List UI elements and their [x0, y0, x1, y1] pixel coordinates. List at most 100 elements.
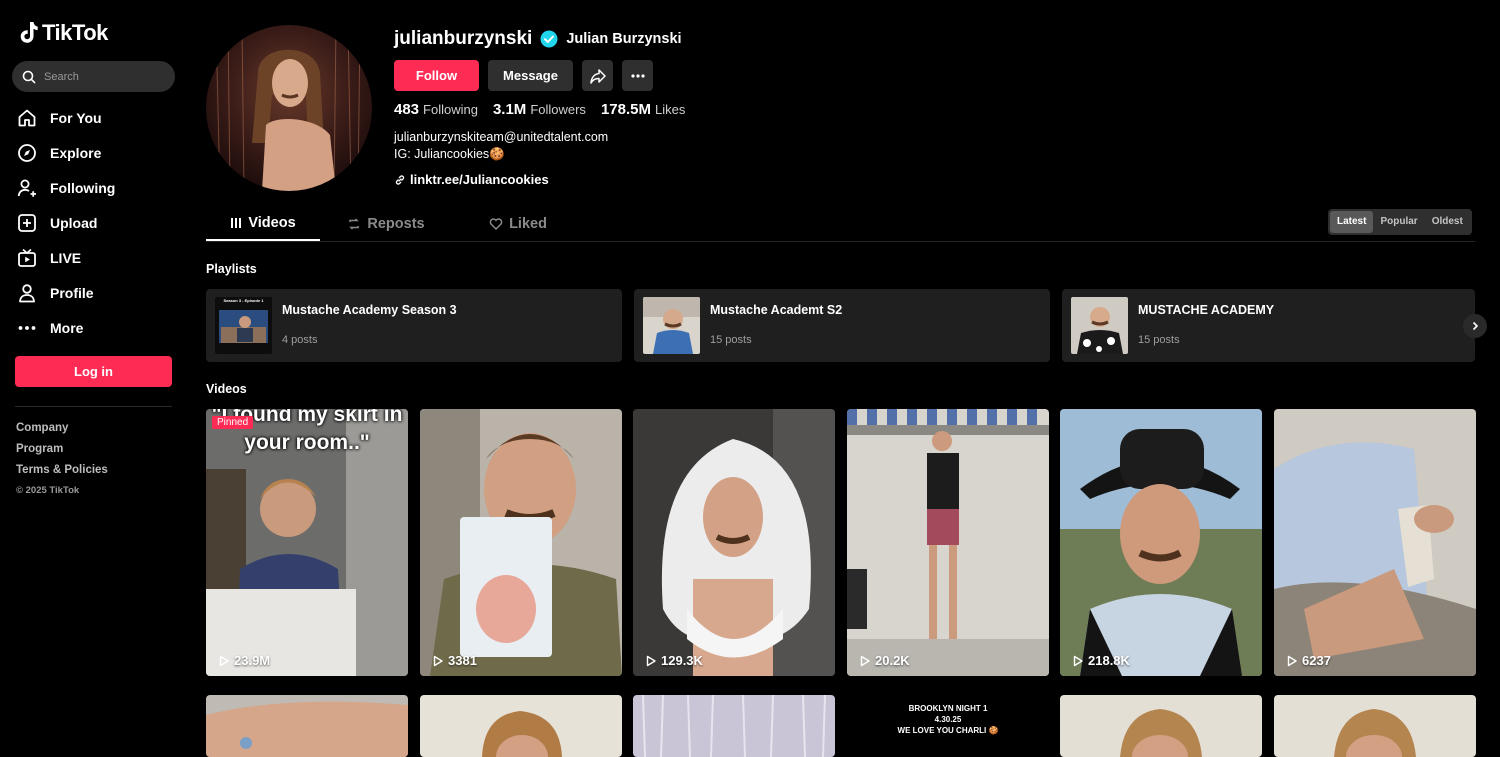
- live-tv-icon: [16, 247, 38, 269]
- bio-instagram: IG: Juliancookies🍪: [394, 146, 505, 161]
- playlist-card[interactable]: Season 3 - Episode 1 Mustache Academy Se…: [206, 289, 622, 362]
- user-plus-icon: [16, 177, 38, 199]
- video-thumbnail: [206, 695, 408, 757]
- view-count: 20.2K: [859, 653, 910, 668]
- view-count: 218.8K: [1072, 653, 1130, 668]
- video-card[interactable]: "I found my skirt in your room.." Pinned…: [206, 409, 408, 676]
- playlist-name: Mustache Academt S2: [710, 303, 843, 317]
- followers-count: 3.1M: [492, 101, 527, 118]
- view-count-text: 6237: [1302, 653, 1331, 668]
- play-icon: [1073, 655, 1083, 666]
- nav-label: Following: [50, 179, 116, 196]
- footer-copyright: © 2025 TikTok: [16, 485, 80, 496]
- verified-badge-icon: [540, 30, 558, 48]
- more-options-button[interactable]: [622, 60, 653, 91]
- tabs-divider: [206, 241, 1475, 242]
- video-card[interactable]: 20.2K: [847, 409, 1049, 676]
- play-icon: [433, 655, 443, 666]
- display-name: Julian Burzynski: [566, 31, 682, 47]
- followers-stat[interactable]: 3.1M Followers: [493, 101, 586, 118]
- video-card[interactable]: BROOKLYN NIGHT 1 4.30.25 WE LOVE YOU CHA…: [847, 695, 1049, 757]
- chevron-right-icon: [1472, 321, 1479, 331]
- playlist-card[interactable]: MUSTACHE ACADEMY 15 posts: [1062, 289, 1475, 362]
- playlist-next-button[interactable]: [1463, 314, 1487, 338]
- sort-toggle: Latest Popular Oldest: [1328, 209, 1472, 235]
- nav-label: More: [50, 319, 84, 336]
- sort-popular[interactable]: Popular: [1373, 211, 1424, 233]
- view-count-text: 23.9M: [234, 653, 271, 668]
- video-card[interactable]: [1274, 695, 1476, 757]
- profile-actions: Follow Message: [394, 60, 653, 91]
- sidebar-divider: [15, 406, 172, 407]
- nav-for-you[interactable]: For You: [16, 100, 186, 135]
- tiktok-note-icon: [20, 22, 38, 43]
- view-count-text: 3381: [448, 653, 477, 668]
- plus-square-icon: [16, 212, 38, 234]
- video-thumbnail: [420, 695, 622, 757]
- login-button[interactable]: Log in: [15, 356, 172, 387]
- message-button[interactable]: Message: [488, 60, 573, 91]
- nav-label: Explore: [50, 144, 102, 161]
- view-count: 3381: [432, 653, 477, 668]
- tab-videos[interactable]: Videos: [206, 207, 320, 241]
- more-dots-icon: [630, 73, 645, 78]
- nav-more[interactable]: More: [16, 310, 186, 345]
- playlist-thumbnail: [1071, 297, 1128, 354]
- search-bar[interactable]: [12, 61, 175, 92]
- follow-button[interactable]: Follow: [394, 60, 479, 91]
- sort-latest[interactable]: Latest: [1330, 211, 1374, 233]
- profile-name-row: julianburzynski Julian Burzynski: [394, 28, 682, 50]
- play-icon: [1287, 655, 1297, 666]
- video-card[interactable]: 218.8K: [1060, 409, 1262, 676]
- video-thumbnail: [633, 409, 835, 676]
- following-label: Following: [423, 102, 478, 117]
- video-card[interactable]: 129.3K: [633, 409, 835, 676]
- video-card[interactable]: [633, 695, 835, 757]
- view-count: 129.3K: [645, 653, 703, 668]
- following-count: 483: [394, 101, 420, 118]
- nav-explore[interactable]: Explore: [16, 135, 186, 170]
- tab-liked[interactable]: Liked: [452, 207, 584, 241]
- following-stat[interactable]: 483 Following: [394, 101, 478, 118]
- likes-label: Likes: [654, 102, 686, 117]
- playlist-thumb-caption: Season 3 - Episode 1: [223, 298, 264, 303]
- profile-link[interactable]: linktr.ee/Juliancookies: [394, 172, 549, 187]
- tiktok-logo[interactable]: TikTok: [18, 20, 108, 46]
- nav-following[interactable]: Following: [16, 170, 186, 205]
- video-thumbnail: [1060, 409, 1262, 676]
- username: julianburzynski: [394, 28, 533, 49]
- footer-program-link[interactable]: Program: [16, 441, 108, 462]
- tab-reposts[interactable]: Reposts: [320, 207, 452, 241]
- heart-locked-icon: [489, 218, 503, 231]
- repost-icon: [349, 218, 360, 230]
- footer-company-link[interactable]: Company: [16, 420, 108, 441]
- video-thumbnail: [633, 695, 835, 757]
- main-nav: For You Explore Following Upload LIVE Pr…: [16, 100, 186, 345]
- video-card[interactable]: [1060, 695, 1262, 757]
- footer-terms-link[interactable]: Terms & Policies: [16, 462, 108, 483]
- tab-label: Videos: [248, 215, 296, 231]
- playlist-name: MUSTACHE ACADEMY: [1138, 303, 1275, 317]
- videos-heading: Videos: [206, 382, 247, 396]
- search-input[interactable]: [44, 70, 164, 83]
- nav-live[interactable]: LIVE: [16, 240, 186, 275]
- nav-upload[interactable]: Upload: [16, 205, 186, 240]
- more-dots-icon: [16, 317, 38, 339]
- link-icon: [395, 174, 405, 185]
- playlist-card[interactable]: Mustache Academt S2 15 posts: [634, 289, 1050, 362]
- nav-label: Profile: [50, 284, 94, 301]
- play-icon: [219, 655, 229, 666]
- bio-email: julianburzynskiteam@unitedtalent.com: [394, 130, 609, 144]
- nav-label: LIVE: [50, 249, 82, 266]
- playlist-posts: 15 posts: [1138, 334, 1180, 346]
- video-card[interactable]: 3381: [420, 409, 622, 676]
- grid-icon: [231, 218, 242, 228]
- video-card[interactable]: [206, 695, 408, 757]
- playlist-thumbnail: Season 3 - Episode 1: [215, 297, 272, 354]
- video-card[interactable]: 6237: [1274, 409, 1476, 676]
- tab-label: Reposts: [367, 216, 425, 232]
- video-card[interactable]: [420, 695, 622, 757]
- share-button[interactable]: [582, 60, 613, 91]
- nav-profile[interactable]: Profile: [16, 275, 186, 310]
- sort-oldest[interactable]: Oldest: [1425, 211, 1470, 233]
